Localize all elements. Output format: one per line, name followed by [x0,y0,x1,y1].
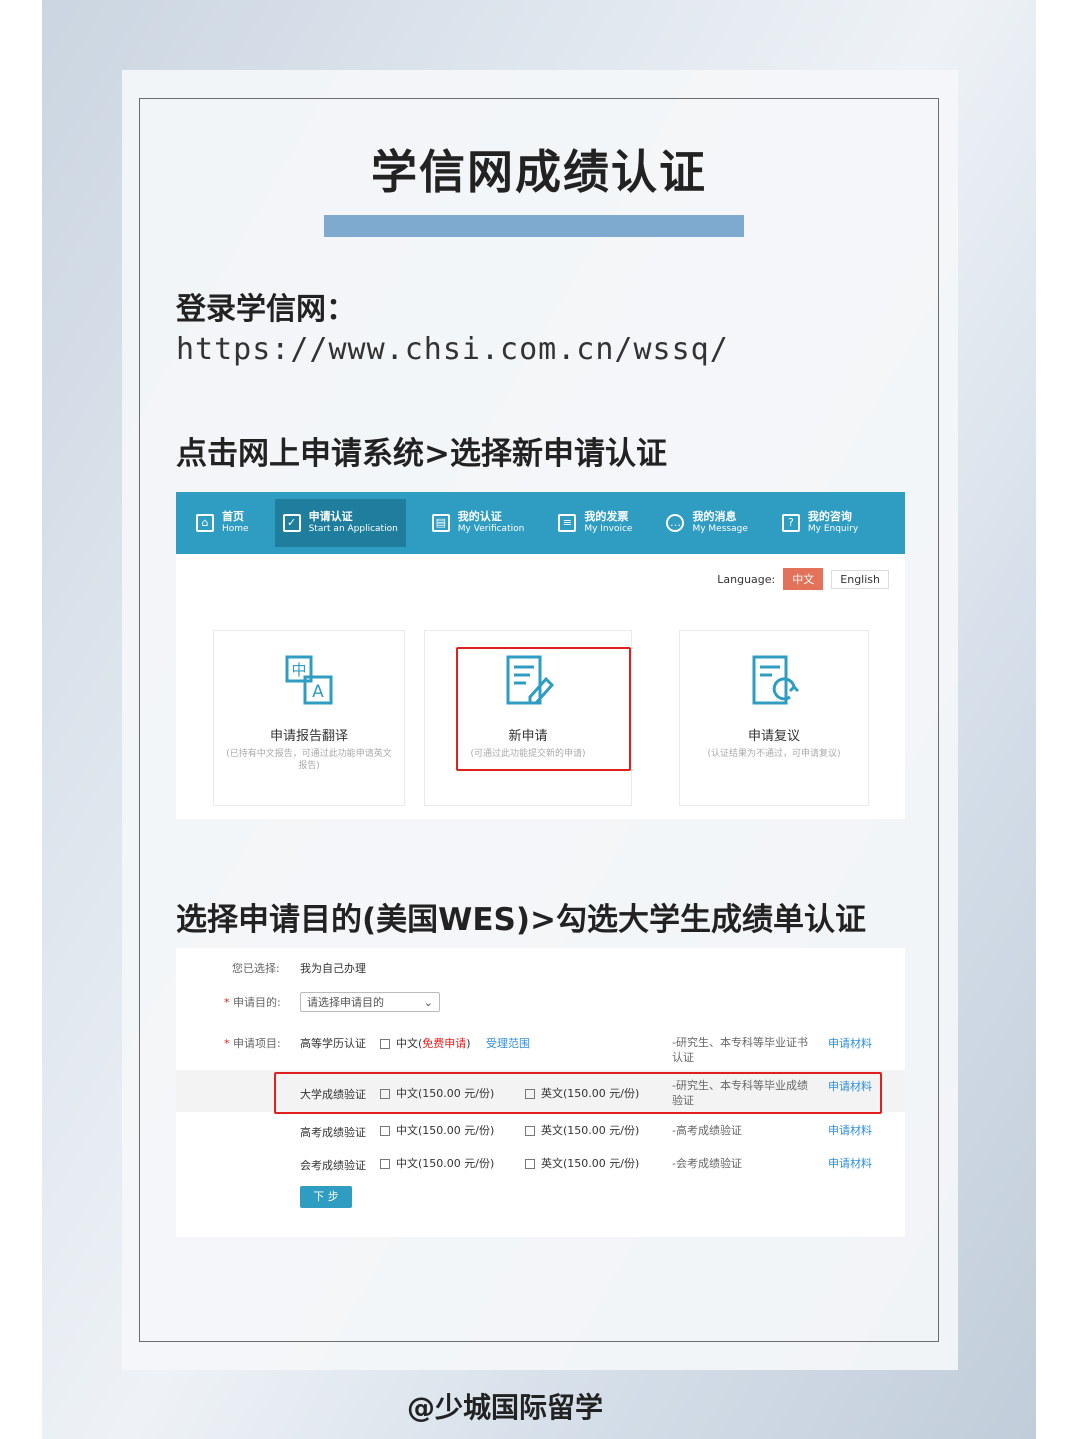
translate-icon: 中 A [285,655,333,705]
opt-text: 中文(150.00 元/份) [396,1124,495,1137]
nav-home-cn: 首页 [222,510,244,523]
review-icon [752,655,800,705]
invoice-icon: ≡ [558,514,577,532]
opt-text: 英文(150.00 元/份) [541,1157,640,1170]
row-huikao-material-link[interactable]: 申请材料 [828,1155,872,1171]
project-label: * 申请项目: [224,1037,281,1050]
free-tag: 免费申请 [422,1037,467,1050]
language-zh-button[interactable]: 中文 [783,568,824,590]
project-label-text: 申请项目: [233,1037,281,1050]
checkbox[interactable] [525,1126,535,1136]
nav-invoice-en: My Invoice [584,524,633,534]
opt-text: 英文(150.00 元/份) [541,1124,640,1137]
row-degree-name: 高等学历认证 [300,1037,366,1050]
application-form-screenshot: 您已选择: 我为自己办理 * 申请目的: 请选择申请目的 ⌄ * 申请项目: 高… [176,948,905,1237]
checkbox[interactable] [380,1159,390,1169]
chsi-portal-screenshot: ⌂ 首页 Home ✓ 申请认证 Start an Application ▤ 我的… [176,492,905,819]
enquiry-icon: ? [781,514,800,532]
page-title: 学信网成绩认证 [371,145,707,199]
selected-label: 您已选择: [232,962,280,975]
purpose-label-text: 申请目的: [233,996,281,1009]
check-icon: ✓ [282,514,301,532]
row-huikao-note: -会考成绩验证 [672,1157,742,1170]
row-gaokao-name: 高考成绩验证 [300,1126,366,1139]
footer-watermark: @少城国际留学 [406,1391,603,1424]
row-gaokao-option-zh[interactable]: 中文(150.00 元/份) [380,1122,494,1138]
row-huikao-option-en[interactable]: 英文(150.00 元/份) [525,1155,639,1171]
nav-my-enquiry[interactable]: ? 我的咨询 My Enquiry [774,499,866,547]
nav-home[interactable]: ⌂ 首页 Home [188,499,257,547]
nav-message-cn: 我的消息 [692,510,737,523]
highlight-university-row [274,1072,882,1114]
purpose-select[interactable]: 请选择申请目的 ⌄ [300,992,440,1012]
row-degree-material-link[interactable]: 申请材料 [828,1035,872,1051]
checkbox[interactable] [380,1126,390,1136]
nav-my-message[interactable]: … 我的消息 My Message [658,499,755,547]
row-huikao-name: 会考成绩验证 [300,1159,366,1172]
row-gaokao-note: -高考成绩验证 [672,1124,742,1137]
message-icon: … [666,514,685,532]
home-icon: ⌂ [196,514,214,532]
next-step-button[interactable]: 下 步 [300,1186,352,1208]
title-underline [324,215,744,237]
card-translation-title: 申请报告翻译 [269,729,348,744]
top-nav: ⌂ 首页 Home ✓ 申请认证 Start an Application ▤ 我的… [176,492,905,554]
verification-icon: ▤ [431,514,450,532]
card-translation-desc: (已持有中文报告，可通过此功能申请英文报告) [226,749,392,771]
opt-text: 中文(150.00 元/份) [396,1157,495,1170]
highlight-new-application [456,647,631,771]
opt-prefix: 中文( [396,1037,423,1050]
card-review[interactable]: 申请复议 (认证结果为不通过，可申请复议) [679,630,869,806]
step2-heading: 点击网上申请系统>选择新申请认证 [176,436,667,472]
nav-enquiry-cn: 我的咨询 [807,510,852,523]
nav-start-en: Start an Application [308,524,398,534]
language-en-button[interactable]: English [831,569,889,589]
language-switcher: Language: 中文 English [717,568,889,590]
row-huikao-option-zh[interactable]: 中文(150.00 元/份) [380,1155,494,1171]
nav-my-verification[interactable]: ▤ 我的认证 My Verification [424,499,533,547]
nav-home-en: Home [222,524,249,534]
opt-suffix: ) [466,1037,471,1050]
scope-link[interactable]: 受理范围 [486,1035,530,1051]
background-left-margin [0,0,42,1439]
card-report-translation[interactable]: 中 A 申请报告翻译 (已持有中文报告，可通过此功能申请英文报告) [213,630,405,806]
nav-invoice-cn: 我的发票 [584,510,629,523]
step1-heading: 登录学信网： [176,292,356,327]
step3-heading: 选择申请目的(美国WES)>勾选大学生成绩单认证 [176,902,867,938]
language-label: Language: [717,572,776,586]
svg-text:A: A [312,682,324,702]
row-degree-note: -研究生、本专科等毕业证书认证 [672,1036,808,1064]
nav-start-application[interactable]: ✓ 申请认证 Start an Application [274,499,406,547]
card-review-title: 申请复议 [747,729,800,744]
card-review-desc: (认证结果为不通过，可申请复议) [707,749,841,759]
background-right-margin [1036,0,1080,1439]
nav-verification-en: My Verification [457,524,525,534]
chsi-url[interactable]: https://www.chsi.com.cn/wssq/ [176,332,729,367]
row-gaokao-material-link[interactable]: 申请材料 [828,1122,872,1138]
row-degree-option-zh[interactable]: 中文(免费申请) [380,1035,471,1051]
row-gaokao-option-en[interactable]: 英文(150.00 元/份) [525,1122,639,1138]
nav-my-invoice[interactable]: ≡ 我的发票 My Invoice [550,499,640,547]
purpose-placeholder: 请选择申请目的 [307,996,384,1009]
chevron-down-icon: ⌄ [423,996,433,1009]
nav-verification-cn: 我的认证 [457,510,502,523]
checkbox[interactable] [525,1159,535,1169]
nav-start-cn: 申请认证 [308,510,353,523]
nav-enquiry-en: My Enquiry [807,524,859,534]
nav-message-en: My Message [692,524,748,534]
checkbox[interactable] [380,1039,390,1049]
selected-value: 我为自己办理 [300,962,366,975]
purpose-label: * 申请目的: [224,996,281,1009]
